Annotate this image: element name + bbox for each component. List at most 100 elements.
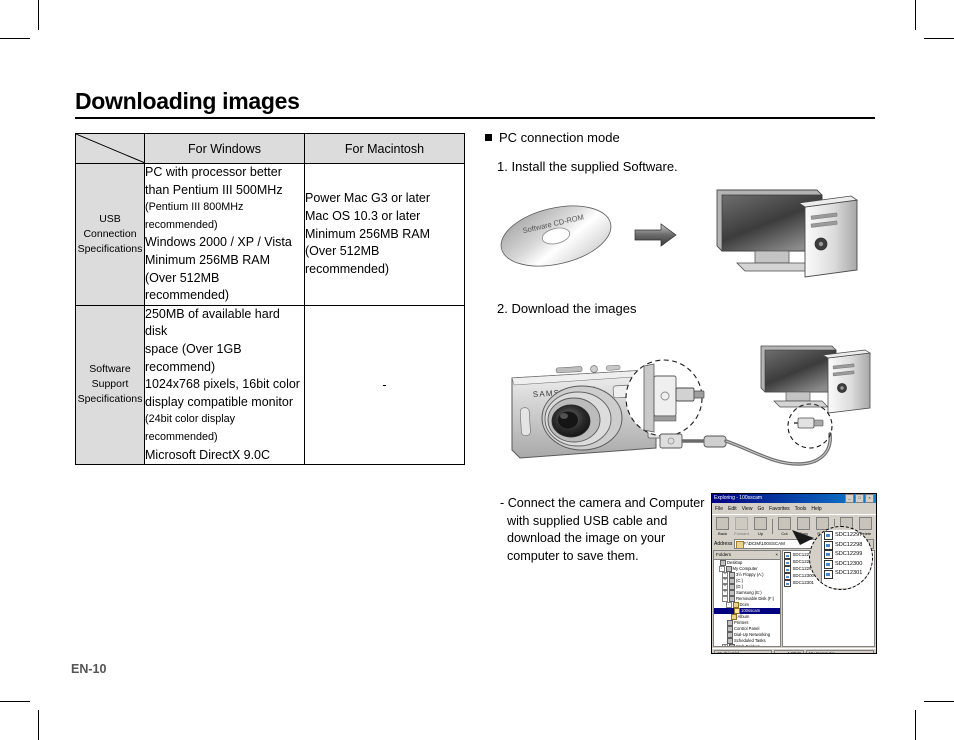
menu-item-view[interactable]: View [742, 506, 753, 512]
toolbar-paste-button[interactable]: Paste [814, 517, 831, 536]
install-software-illustration: Software CD-ROM [500, 189, 859, 278]
file-name-label: SDC12297 [792, 552, 814, 558]
spec-line: (Over 512MB recommended) [305, 244, 390, 276]
crop-mark-bottom-right-vertical [915, 710, 916, 740]
copy-icon [797, 517, 810, 530]
menu-item-help[interactable]: Help [811, 506, 821, 512]
row-label-line: Connection [83, 227, 137, 240]
image-file-icon [784, 566, 791, 573]
tree-item[interactable]: - Removable Disk (F:) [714, 596, 780, 602]
menu-item-go[interactable]: Go [757, 506, 764, 512]
step-1-figure: Software CD-ROM [485, 178, 885, 293]
file-list-pane[interactable]: SDC12297 SDC12298 SDC12299 SDC12300 SDC12301 [782, 550, 875, 647]
diagonal-divider-icon [76, 134, 144, 163]
desktop-computer-icon [716, 189, 859, 278]
image-file-icon [784, 559, 791, 566]
toolbar-cut-button[interactable]: Cut [776, 517, 793, 536]
chevron-down-icon[interactable]: ▼ [864, 538, 874, 549]
tree-item-label: 3½ Floppy (A:) [736, 572, 764, 578]
menu-item-file[interactable]: File [715, 506, 723, 512]
toolbar-button-label: Delete [859, 531, 872, 536]
arrow-right-icon [634, 223, 677, 247]
windows-explorer-window[interactable]: Exploring - 100sscam _ □ × File Edit Vie… [711, 493, 877, 654]
row-label-line: USB [99, 212, 121, 225]
tree-item-label: Scheduled Tasks [734, 638, 766, 644]
crop-mark-top-left-vertical [38, 0, 39, 30]
tree-item-label: Control Panel [734, 626, 760, 632]
tree-item-label: 100sscam [741, 608, 761, 614]
toolbar-separator [834, 519, 835, 534]
tree-item-label: Web Folders [736, 644, 760, 647]
up-folder-icon [754, 517, 767, 530]
folders-tree-pane[interactable]: Folders × Desktop - My Computer +3½ Floppy … [713, 550, 781, 647]
file-name-label: SDC12298 [792, 559, 814, 565]
collapse-icon[interactable]: - [725, 602, 732, 608]
image-file-icon [784, 552, 791, 559]
toolbar-button-label: Undo [841, 531, 852, 536]
toolbar-delete-button[interactable]: Delete [857, 517, 874, 536]
square-bullet-icon [485, 134, 492, 141]
close-button[interactable]: × [865, 494, 874, 503]
toolbar-button-label: Copy [798, 531, 809, 536]
address-input[interactable]: F:\DCIM\100SSCAM [734, 538, 862, 549]
menu-item-tools[interactable]: Tools [795, 506, 807, 512]
toolbar-back-button[interactable]: Back [714, 517, 731, 536]
file-list-item[interactable]: SDC12298 [784, 559, 873, 566]
table-header-row: For Windows For Macintosh [75, 133, 465, 164]
file-list-item[interactable]: SDC12301 [784, 580, 873, 587]
page-footer: EN-10 [71, 662, 106, 676]
menu-item-edit[interactable]: Edit [728, 506, 737, 512]
row-label-line: Specifications [77, 242, 143, 255]
crop-mark-top-right-horizontal [924, 38, 954, 39]
cell-software-windows: 250MB of available hard disk space (Over… [144, 304, 305, 466]
spec-line: (Over 512MB recommended) [145, 270, 230, 303]
crop-mark-bottom-left-vertical [38, 710, 39, 740]
spec-line: 250MB of available hard disk [145, 306, 280, 339]
forward-arrow-icon [735, 517, 748, 530]
spec-line: Microsoft DirectX 9.0C [145, 447, 271, 462]
explorer-title-bar[interactable]: Exploring - 100sscam _ □ × [712, 494, 876, 503]
tree-item[interactable]: + Web Folders [714, 644, 780, 647]
crop-mark-top-left-horizontal [0, 38, 30, 39]
file-list-item[interactable]: SDC12300 [784, 573, 873, 580]
menu-item-favorites[interactable]: Favorites [769, 506, 790, 512]
tree-item-label: My Computer [732, 566, 758, 572]
expand-icon[interactable]: + [722, 644, 728, 646]
note-line: download the image on your [507, 531, 666, 545]
back-arrow-icon [716, 517, 729, 530]
toolbar-undo-button[interactable]: Undo [838, 517, 855, 536]
file-list-item[interactable]: SDC12299 [784, 566, 873, 573]
file-name-label: SDC12300 [792, 573, 814, 579]
row-label-line: Specifications [77, 393, 143, 406]
cell-usb-windows: PC with processor better than Pentium II… [144, 163, 305, 306]
title-underline [75, 117, 875, 119]
note-line: with supplied USB cable and [507, 513, 668, 528]
step-2-label: 2. Download the images [497, 301, 637, 316]
toolbar-copy-button[interactable]: Copy [795, 517, 812, 536]
section-heading-pc-connection: PC connection mode [485, 130, 885, 145]
spec-line: (Pentium III 800MHz recommended) [145, 201, 244, 231]
toolbar-button-label: Paste [817, 531, 828, 536]
explorer-toolbar[interactable]: Back Forward Up Cut Copy Paste Undo Dele… [712, 514, 876, 538]
window-controls[interactable]: _ □ × [845, 494, 874, 503]
spec-line: Minimum 256MB RAM [305, 226, 431, 241]
explorer-address-bar[interactable]: Address F:\DCIM\100SSCAM ▼ [712, 538, 876, 549]
file-list-item[interactable]: SDC12297 [784, 552, 873, 559]
toolbar-up-button[interactable]: Up [752, 517, 769, 536]
folders-pane-close-icon[interactable]: × [775, 551, 778, 559]
toolbar-forward-button[interactable]: Forward [733, 517, 750, 536]
section-heading-label: PC connection mode [499, 130, 620, 145]
page-title: Downloading images [75, 88, 300, 114]
cell-usb-macintosh: Power Mac G3 or later Mac OS 10.3 or lat… [304, 163, 465, 306]
image-file-icon [784, 573, 791, 580]
minimize-button[interactable]: _ [845, 494, 854, 503]
folder-tree-list[interactable]: Desktop - My Computer +3½ Floppy (A:) + (C:) +… [714, 560, 780, 647]
clipboard-icon [816, 517, 829, 530]
maximize-button[interactable]: □ [855, 494, 864, 503]
explorer-menu-bar[interactable]: File Edit View Go Favorites Tools Help [712, 503, 876, 514]
status-location: My Computer [806, 649, 874, 653]
row-label-line: Support [91, 378, 129, 391]
